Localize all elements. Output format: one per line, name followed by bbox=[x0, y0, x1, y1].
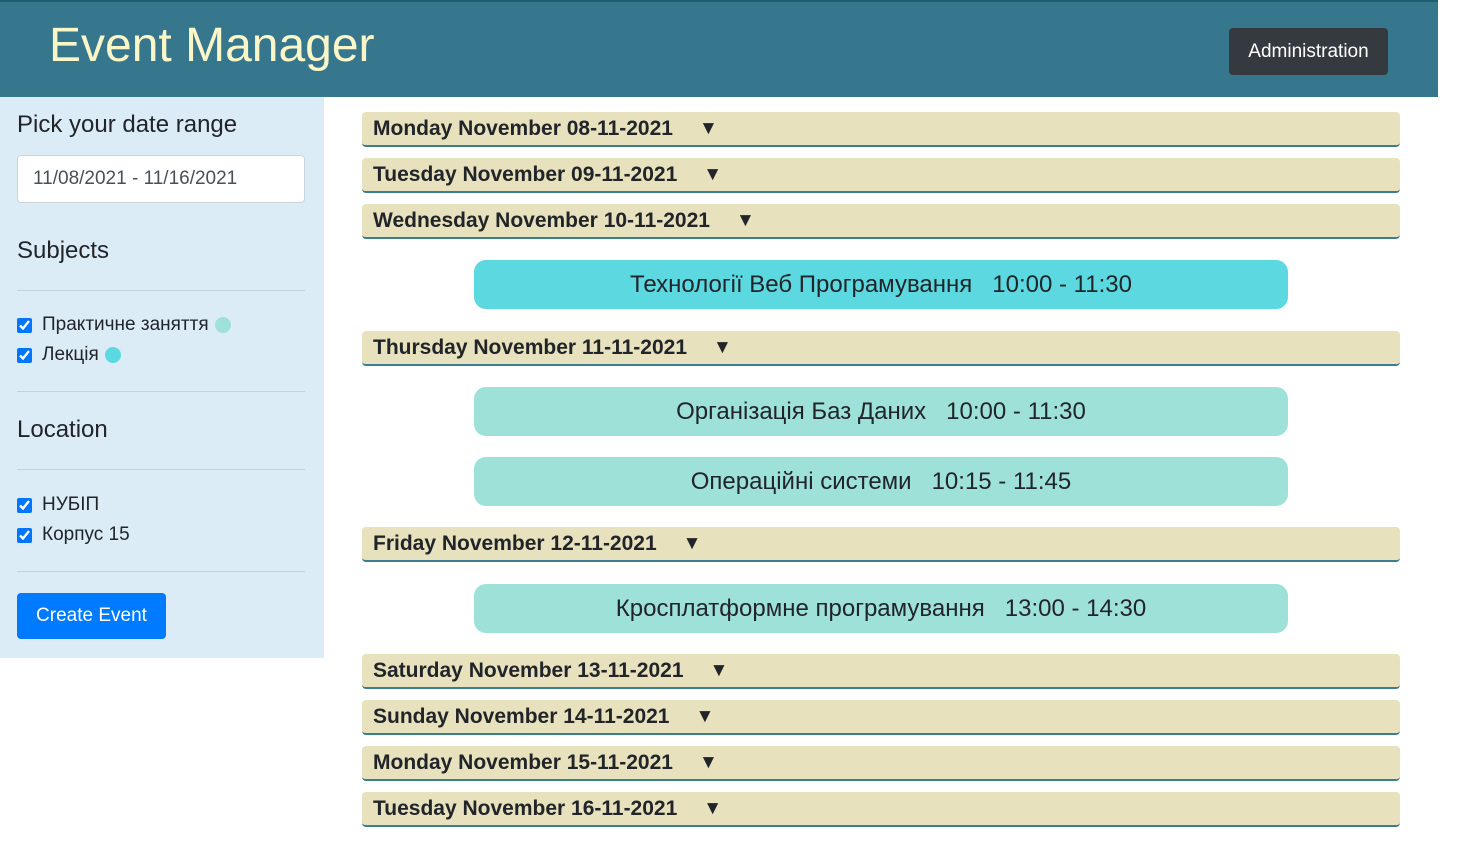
subject-filter-lecture[interactable]: Лекція bbox=[17, 344, 121, 366]
location-checkbox-nubip[interactable] bbox=[17, 497, 32, 513]
subject-filter-practical[interactable]: Практичне заняття bbox=[17, 314, 231, 336]
divider bbox=[17, 571, 305, 572]
day-header-sun-14[interactable]: Sunday November 14-11-2021 ▼ bbox=[362, 700, 1400, 735]
expand-arrow-icon[interactable]: ▼ bbox=[699, 118, 718, 140]
subject-checkbox-lecture[interactable] bbox=[17, 347, 32, 363]
event-card[interactable]: Кросплатформне програмування 13:00 - 14:… bbox=[474, 584, 1288, 633]
subject-color-dot bbox=[104, 347, 121, 363]
date-range-input[interactable] bbox=[17, 155, 305, 203]
day-label: Saturday November 13-11-2021 bbox=[373, 658, 684, 682]
divider bbox=[17, 290, 305, 291]
create-event-button[interactable]: Create Event bbox=[17, 593, 166, 639]
expand-arrow-icon[interactable]: ▼ bbox=[710, 660, 729, 682]
day-label: Monday November 15-11-2021 bbox=[373, 750, 673, 774]
subject-label: Лекція bbox=[42, 344, 99, 365]
date-range-title: Pick your date range bbox=[17, 111, 238, 138]
subjects-title: Subjects bbox=[17, 237, 110, 264]
event-card[interactable]: Технології Веб Програмування 10:00 - 11:… bbox=[474, 260, 1288, 309]
day-label: Friday November 12-11-2021 bbox=[373, 531, 657, 555]
expand-arrow-icon[interactable]: ▼ bbox=[703, 798, 722, 820]
day-label: Wednesday November 10-11-2021 bbox=[373, 208, 710, 232]
day-label: Monday November 08-11-2021 bbox=[373, 116, 673, 140]
expand-arrow-icon[interactable]: ▼ bbox=[695, 706, 714, 728]
day-header-tue-16[interactable]: Tuesday November 16-11-2021 ▼ bbox=[362, 792, 1400, 827]
day-header-sat-13[interactable]: Saturday November 13-11-2021 ▼ bbox=[362, 654, 1400, 689]
day-label: Tuesday November 09-11-2021 bbox=[373, 162, 678, 186]
divider bbox=[17, 469, 305, 470]
day-header-fri-12[interactable]: Friday November 12-11-2021 ▼ bbox=[362, 527, 1400, 562]
day-label: Sunday November 14-11-2021 bbox=[373, 704, 670, 728]
subject-label: Практичне заняття bbox=[42, 314, 209, 335]
subject-checkbox-practical[interactable] bbox=[17, 317, 32, 333]
day-label: Thursday November 11-11-2021 bbox=[373, 335, 687, 359]
location-filter-nubip[interactable]: НУБІП bbox=[17, 494, 99, 516]
location-checkbox-building-15[interactable] bbox=[17, 527, 32, 543]
divider bbox=[17, 391, 305, 392]
expand-arrow-icon[interactable]: ▼ bbox=[713, 337, 732, 359]
day-label: Tuesday November 16-11-2021 bbox=[373, 796, 678, 820]
expand-arrow-icon[interactable]: ▼ bbox=[683, 533, 702, 555]
event-card[interactable]: Організація Баз Даних 10:00 - 11:30 bbox=[474, 387, 1288, 436]
event-card[interactable]: Операційні системи 10:15 - 11:45 bbox=[474, 457, 1288, 506]
expand-arrow-icon[interactable]: ▼ bbox=[699, 752, 718, 774]
navbar: Event Manager Administration bbox=[0, 0, 1438, 97]
filter-sidebar: Pick your date range Subjects Практичне … bbox=[0, 97, 324, 658]
expand-arrow-icon[interactable]: ▼ bbox=[703, 164, 722, 186]
location-label: НУБІП bbox=[42, 494, 100, 515]
brand-title[interactable]: Event Manager bbox=[49, 18, 375, 74]
location-filter-building-15[interactable]: Корпус 15 bbox=[17, 524, 130, 546]
day-header-mon-08[interactable]: Monday November 08-11-2021 ▼ bbox=[362, 112, 1400, 147]
day-header-wed-10[interactable]: Wednesday November 10-11-2021 ▼ bbox=[362, 204, 1400, 239]
expand-arrow-icon[interactable]: ▼ bbox=[736, 210, 755, 232]
day-header-thu-11[interactable]: Thursday November 11-11-2021 ▼ bbox=[362, 331, 1400, 366]
location-title: Location bbox=[17, 416, 108, 443]
day-header-mon-15[interactable]: Monday November 15-11-2021 ▼ bbox=[362, 746, 1400, 781]
location-label: Корпус 15 bbox=[42, 524, 130, 545]
day-header-tue-09[interactable]: Tuesday November 09-11-2021 ▼ bbox=[362, 158, 1400, 193]
subject-color-dot bbox=[214, 317, 231, 333]
administration-button[interactable]: Administration bbox=[1229, 28, 1388, 75]
